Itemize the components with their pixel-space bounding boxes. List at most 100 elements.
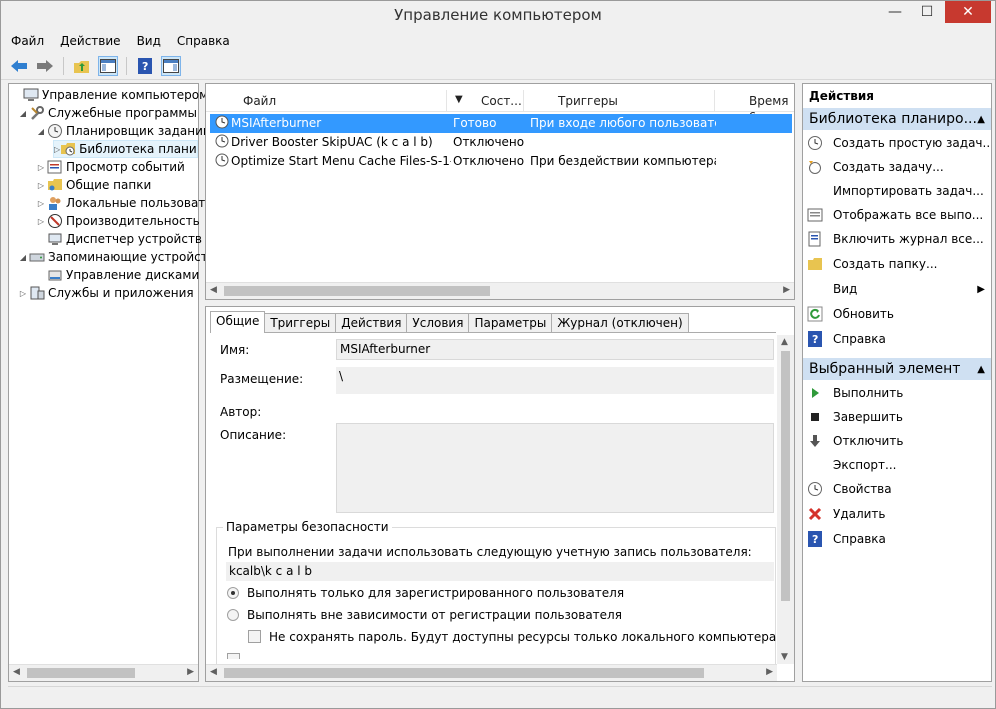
actions-section-library[interactable]: Библиотека планиро... ▲ — [803, 108, 991, 130]
tab-settings[interactable]: Параметры — [468, 313, 553, 333]
column-triggers[interactable]: Триггеры — [558, 94, 618, 108]
scroll-down-arrow-icon[interactable]: ▼ — [781, 652, 788, 662]
tab-conditions[interactable]: Условия — [406, 313, 470, 333]
radio-logged-on-only[interactable] — [227, 587, 239, 599]
action-enable-history[interactable]: Включить журнал все... — [807, 229, 991, 249]
description-field[interactable] — [336, 423, 774, 513]
tree-item-label: Планировщик заданий — [66, 124, 211, 138]
close-button[interactable]: ✕ — [945, 1, 991, 23]
task-row[interactable]: Driver Booster SkipUAC (k c a l b) Отклю… — [210, 133, 792, 152]
scroll-right-arrow-icon[interactable]: ▶ — [783, 285, 790, 295]
task-row[interactable]: Optimize Start Menu Cache Files-S-1-5...… — [210, 152, 792, 171]
collapsed-arrow-icon[interactable]: ▷ — [35, 217, 47, 226]
toolbar-separator — [63, 57, 64, 75]
scroll-thumb[interactable] — [27, 668, 135, 678]
column-status[interactable]: Сост... — [481, 94, 522, 108]
help-toolbar-button[interactable]: ? — [135, 56, 155, 76]
details-vertical-scrollbar[interactable]: ▲ ▼ — [777, 335, 794, 664]
up-level-button[interactable] — [72, 56, 92, 76]
collapsed-arrow-icon[interactable]: ▷ — [17, 289, 29, 298]
tree-item-computer-management[interactable]: Управление компьютером (л — [11, 86, 224, 104]
back-button[interactable] — [9, 56, 29, 76]
menu-view[interactable]: Вид — [137, 34, 161, 48]
toolbar: ? — [1, 53, 995, 80]
column-name[interactable]: Файл — [243, 94, 276, 108]
column-separator[interactable] — [714, 90, 715, 112]
column-separator[interactable] — [446, 90, 447, 112]
tree-item-disk-management[interactable]: Управление дисками — [35, 266, 199, 284]
menu-help[interactable]: Справка — [177, 34, 230, 48]
tree-item-local-users[interactable]: ▷ Локальные пользовате — [35, 194, 213, 212]
scroll-up-arrow-icon[interactable]: ▲ — [781, 337, 788, 347]
actions-header: Действия — [809, 89, 875, 103]
expanded-arrow-icon[interactable]: ◢ — [35, 127, 47, 136]
show-hide-action-pane-button[interactable] — [161, 56, 181, 76]
radio-run-whether-logged-on[interactable] — [227, 609, 239, 621]
scroll-right-arrow-icon[interactable]: ▶ — [766, 667, 773, 677]
tree-item-services-apps[interactable]: ▷ Службы и приложения — [17, 284, 194, 302]
action-help[interactable]: ? Справка — [807, 329, 991, 349]
task-name: Optimize Start Menu Cache Files-S-1-5... — [231, 154, 451, 168]
menu-action[interactable]: Действие — [60, 34, 120, 48]
action-run[interactable]: Выполнить — [807, 383, 991, 403]
scroll-thumb[interactable] — [224, 286, 490, 296]
action-display-running[interactable]: Отображать все выпо... — [807, 205, 991, 225]
tree-horizontal-scrollbar[interactable]: ◀ ▶ — [9, 664, 198, 681]
task-row[interactable]: MSIAfterburner Готово При входе любого п… — [210, 114, 792, 133]
partial-checkbox[interactable] — [227, 653, 240, 659]
no-store-password-checkbox[interactable] — [248, 630, 261, 643]
tree-item-storage[interactable]: ◢ Запоминающие устройст — [17, 248, 208, 266]
action-import-task[interactable]: Импортировать задач... — [807, 181, 991, 201]
scroll-left-arrow-icon[interactable]: ◀ — [210, 285, 217, 295]
tree-item-scheduler-library[interactable]: ▷ Библиотека планир — [53, 140, 198, 158]
tab-triggers[interactable]: Триггеры — [264, 313, 337, 333]
details-horizontal-scrollbar[interactable]: ◀ ▶ — [206, 664, 777, 681]
scroll-right-arrow-icon[interactable]: ▶ — [187, 667, 194, 677]
scroll-left-arrow-icon[interactable]: ◀ — [13, 667, 20, 677]
name-field[interactable]: MSIAfterburner — [336, 339, 774, 360]
task-trigger: При входе любого пользователя — [530, 116, 716, 130]
action-end[interactable]: Завершить — [807, 407, 991, 427]
maximize-button[interactable]: ☐ — [913, 1, 941, 23]
expanded-arrow-icon[interactable]: ◢ — [17, 253, 29, 262]
section-collapse-icon[interactable]: ▲ — [977, 364, 985, 375]
action-disable[interactable]: Отключить — [807, 431, 991, 451]
run-icon — [807, 385, 823, 401]
expanded-arrow-icon[interactable]: ◢ — [17, 109, 29, 118]
tree-item-shared-folders[interactable]: ▷ Общие папки — [35, 176, 151, 194]
scroll-thumb[interactable] — [224, 668, 704, 678]
section-collapse-icon[interactable]: ▲ — [977, 114, 985, 125]
task-list-horizontal-scrollbar[interactable]: ◀ ▶ — [206, 282, 794, 299]
tree-item-task-scheduler[interactable]: ◢ Планировщик заданий — [35, 122, 211, 140]
action-delete[interactable]: Удалить — [807, 504, 991, 524]
show-hide-tree-button[interactable] — [98, 56, 118, 76]
scroll-thumb[interactable] — [781, 351, 790, 601]
action-properties[interactable]: Свойства — [807, 479, 991, 499]
tab-actions[interactable]: Действия — [335, 313, 408, 333]
collapsed-arrow-icon[interactable]: ▷ — [35, 199, 47, 208]
action-refresh[interactable]: Обновить — [807, 304, 991, 324]
event-viewer-icon — [47, 159, 63, 175]
tree-item-device-manager[interactable]: Диспетчер устройств — [35, 230, 202, 248]
minimize-button[interactable]: — — [881, 1, 909, 23]
action-create-task[interactable]: Создать задачу... — [807, 157, 991, 177]
forward-button[interactable] — [35, 56, 55, 76]
column-separator[interactable] — [523, 90, 524, 112]
tab-general[interactable]: Общие — [210, 311, 266, 333]
menu-file[interactable]: Файл — [11, 34, 44, 48]
tree-item-system-tools[interactable]: ◢ Служебные программы — [17, 104, 197, 122]
action-view[interactable]: Вид ▶ — [807, 279, 991, 299]
tab-history[interactable]: Журнал (отключен) — [551, 313, 689, 333]
action-help-selected[interactable]: ? Справка — [807, 529, 991, 549]
collapsed-arrow-icon[interactable]: ▷ — [35, 163, 47, 172]
tree-item-event-viewer[interactable]: ▷ Просмотр событий — [35, 158, 185, 176]
scroll-left-arrow-icon[interactable]: ◀ — [210, 667, 217, 677]
action-export[interactable]: Экспорт... — [807, 455, 991, 475]
account-field[interactable]: kcalb\k c a l b — [226, 562, 774, 581]
collapsed-arrow-icon[interactable]: ▷ — [35, 181, 47, 190]
location-field[interactable]: \ — [336, 367, 774, 394]
tree-item-performance[interactable]: ▷ Производительность — [35, 212, 200, 230]
action-new-folder[interactable]: Создать папку... — [807, 254, 991, 274]
action-create-basic-task[interactable]: Создать простую задач... — [807, 133, 991, 153]
actions-section-selected[interactable]: Выбранный элемент ▲ — [803, 358, 991, 380]
